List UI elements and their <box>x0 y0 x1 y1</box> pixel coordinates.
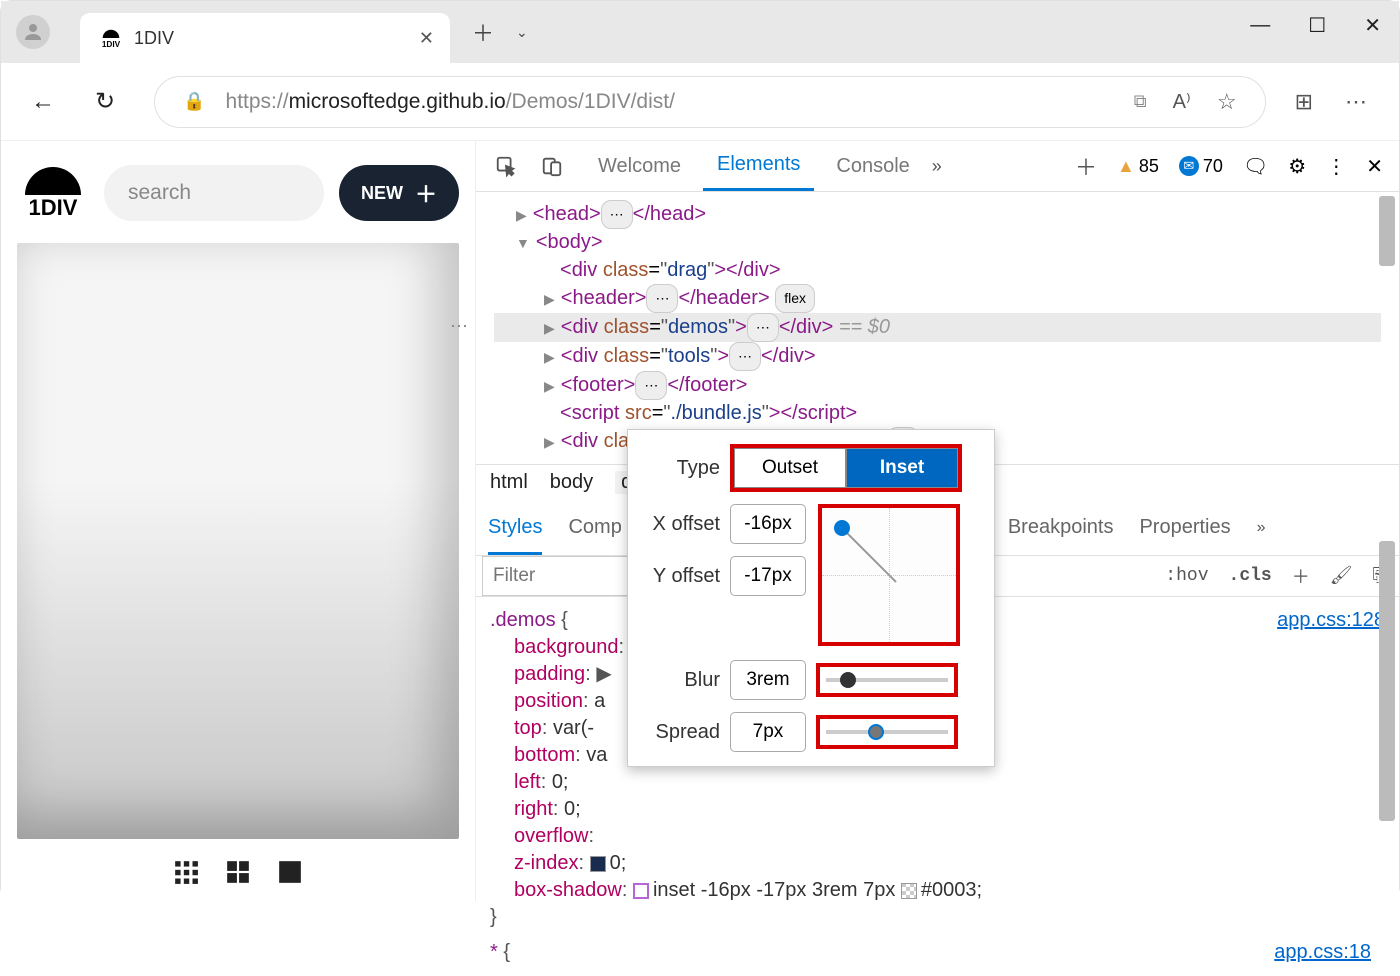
devtools-tabbar: Welcome Elements Console » ＋ ▲85 ✉70 🗨 ⚙… <box>476 141 1399 192</box>
outset-button[interactable]: Outset <box>734 448 846 488</box>
y-offset-label: Y offset <box>644 565 720 588</box>
tab-breakpoints[interactable]: Breakpoints <box>1008 516 1114 539</box>
app-logo: 1DIV <box>17 157 89 229</box>
x-offset-input[interactable] <box>730 504 806 544</box>
tab-title: 1DIV <box>134 28 174 49</box>
favorite-icon[interactable]: ☆ <box>1217 89 1237 115</box>
maximize-icon[interactable]: ☐ <box>1308 13 1326 38</box>
lock-icon: 🔒 <box>183 91 205 112</box>
address-bar[interactable]: 🔒 https://microsoftedge.github.io/Demos/… <box>155 77 1264 127</box>
spread-input[interactable] <box>730 712 806 752</box>
more-tabs-icon[interactable]: » <box>932 156 942 177</box>
more-tabs-icon[interactable]: » <box>1257 519 1266 537</box>
grid-large-icon[interactable] <box>225 859 251 885</box>
new-button[interactable]: NEW＋ <box>339 165 459 221</box>
menu-icon[interactable]: ⋯ <box>1345 89 1369 115</box>
add-tab-icon[interactable]: ＋ <box>1075 150 1097 182</box>
tab-console[interactable]: Console <box>822 143 923 190</box>
collections-icon[interactable]: ⊞ <box>1295 89 1313 115</box>
spread-slider[interactable] <box>816 715 958 749</box>
grid-small-icon[interactable] <box>173 859 199 885</box>
tab-elements[interactable]: Elements <box>703 141 814 191</box>
box-shadow-editor: Type Outset Inset X offset Y offset Blur… <box>627 429 995 767</box>
tab-favicon: 1DIV <box>100 27 122 49</box>
close-devtools-icon[interactable]: ✕ <box>1366 154 1383 179</box>
browser-toolbar: ← ↻ 🔒 https://microsoftedge.github.io/De… <box>1 63 1399 141</box>
breadcrumb-item[interactable]: html <box>490 471 528 494</box>
inset-button[interactable]: Inset <box>846 448 958 488</box>
paint-icon[interactable]: 🖌 <box>1330 565 1353 587</box>
gear-icon[interactable]: ⚙ <box>1288 154 1306 179</box>
blur-label: Blur <box>644 669 720 692</box>
minimize-icon[interactable]: — <box>1250 14 1270 37</box>
profile-avatar[interactable] <box>16 15 50 49</box>
type-label: Type <box>644 457 720 480</box>
tab-styles[interactable]: Styles <box>488 500 542 555</box>
hov-toggle[interactable]: :hov <box>1165 566 1208 586</box>
browser-titlebar: 1DIV 1DIV ✕ ＋ ⌄ — ☐ ✕ <box>1 1 1399 63</box>
device-icon[interactable] <box>538 152 566 180</box>
source-link[interactable]: app.css:18 <box>1274 939 1371 966</box>
y-offset-input[interactable] <box>730 556 806 596</box>
single-icon[interactable] <box>277 859 303 885</box>
info-badge[interactable]: ✉70 <box>1179 156 1223 177</box>
cls-toggle[interactable]: .cls <box>1229 566 1272 586</box>
scrollbar[interactable] <box>1379 196 1395 266</box>
open-external-icon[interactable]: ⧉ <box>1134 91 1147 112</box>
source-link[interactable]: app.css:128 <box>1277 607 1385 634</box>
dom-tree[interactable]: ▶<head>⋯</head> ▼<body> <div class="drag… <box>476 192 1399 464</box>
feedback-icon[interactable]: 🗨 <box>1243 154 1268 179</box>
scrollbar[interactable] <box>1379 541 1395 821</box>
tab-computed[interactable]: Comp <box>568 516 621 539</box>
close-icon[interactable]: ✕ <box>419 28 434 49</box>
demo-canvas <box>17 243 459 839</box>
blur-input[interactable] <box>730 660 806 700</box>
plus-icon: ＋ <box>415 177 437 209</box>
tab-properties[interactable]: Properties <box>1139 516 1230 539</box>
type-toggle: Outset Inset <box>730 444 962 492</box>
breadcrumb-item[interactable]: body <box>550 471 593 494</box>
url-text: https://microsoftedge.github.io/Demos/1D… <box>226 90 675 114</box>
new-tab-button[interactable]: ＋ <box>472 16 494 48</box>
read-aloud-icon[interactable]: A⁾ <box>1173 89 1191 114</box>
kebab-icon[interactable]: ⋮ <box>1326 154 1346 179</box>
blur-slider[interactable] <box>816 663 958 697</box>
inspect-icon[interactable] <box>492 152 520 180</box>
warnings-badge[interactable]: ▲85 <box>1117 156 1159 177</box>
xy-offset-pad[interactable] <box>818 504 960 646</box>
svg-text:1DIV: 1DIV <box>102 40 121 49</box>
tab-dropdown-icon[interactable]: ⌄ <box>516 24 528 41</box>
back-icon[interactable]: ← <box>31 88 55 116</box>
tab-welcome[interactable]: Welcome <box>584 143 695 190</box>
refresh-icon[interactable]: ↻ <box>95 87 115 116</box>
add-rule-icon[interactable]: ＋ <box>1292 563 1310 589</box>
spread-label: Spread <box>644 721 720 744</box>
browser-tab[interactable]: 1DIV 1DIV ✕ <box>80 13 450 63</box>
page-content: 1DIV search NEW＋ <box>1 141 476 901</box>
close-window-icon[interactable]: ✕ <box>1364 13 1381 38</box>
search-input[interactable]: search <box>104 165 324 221</box>
x-offset-label: X offset <box>644 513 720 536</box>
